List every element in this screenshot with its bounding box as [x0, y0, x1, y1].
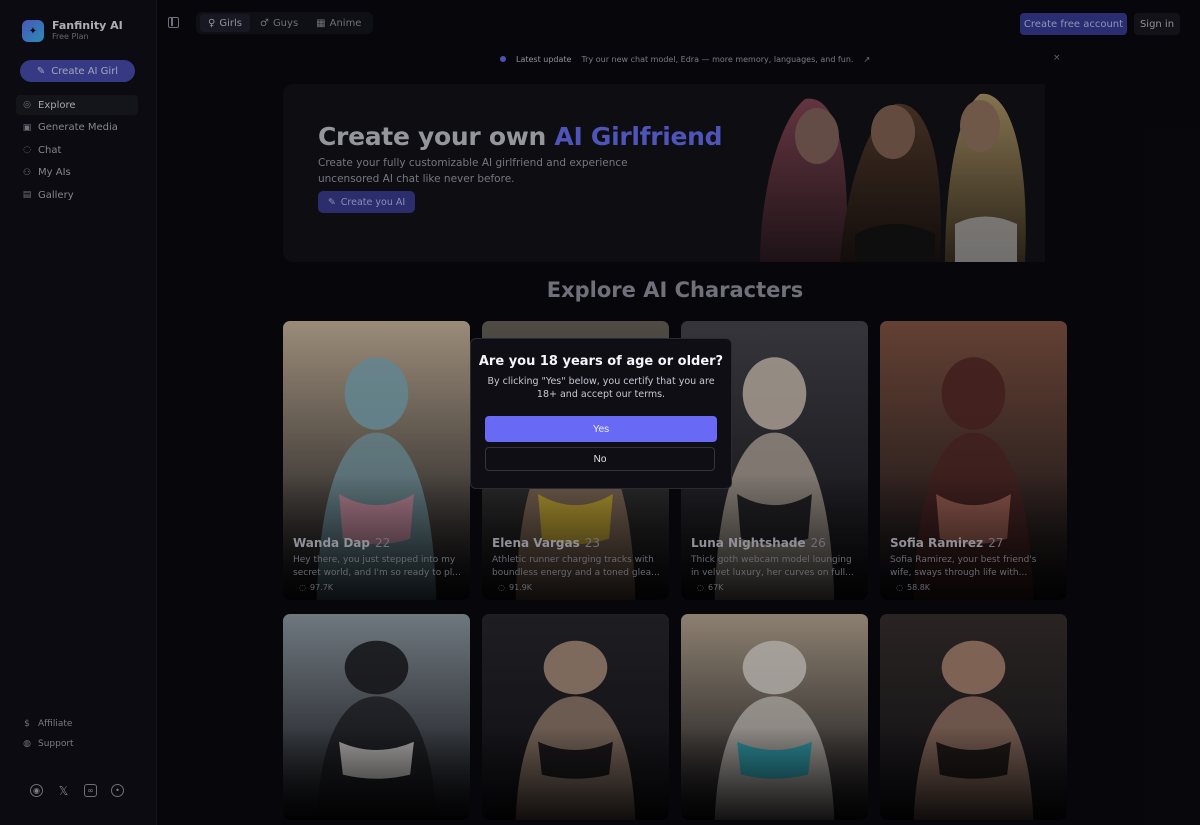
- age-verification-modal: Are you 18 years of age or older? By cli…: [470, 338, 732, 489]
- modal-title: Are you 18 years of age or older?: [478, 354, 724, 369]
- modal-body: By clicking "Yes" below, you certify tha…: [487, 376, 715, 400]
- yes-button[interactable]: Yes: [485, 416, 717, 442]
- no-button[interactable]: No: [485, 447, 715, 471]
